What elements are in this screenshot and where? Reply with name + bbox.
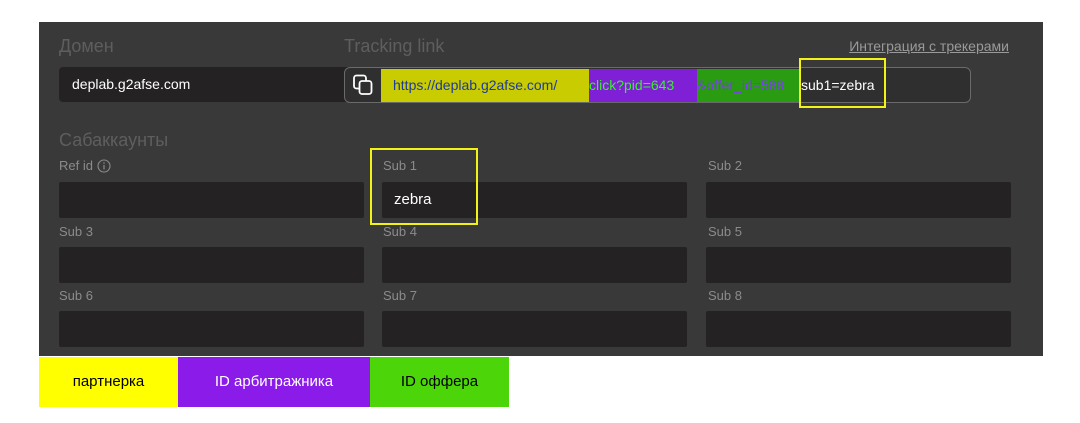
sub5-label: Sub 5 [708,224,742,239]
copy-icon[interactable] [351,73,375,97]
legend-partner: партнерка [39,357,178,407]
trackers-integration-link[interactable]: Интеграция с трекерами [849,38,1009,54]
subaccounts-title: Сабаккаунты [59,130,169,150]
domain-select[interactable]: deplab.g2afse.com [59,67,379,102]
sub7-label: Sub 7 [383,288,417,303]
sub4-label: Sub 4 [383,224,417,239]
ref-id-input[interactable] [59,182,364,218]
url-offer-part: &offer_id=588 [697,69,801,102]
sub1-input[interactable]: zebra [382,182,687,218]
sub6-input[interactable] [59,311,364,347]
tracking-link-url: https://deplab.g2afse.com/ click?pid=643… [381,69,875,102]
legend-arbitrageur: ID арбитражника [178,357,370,407]
sub6-label: Sub 6 [59,288,93,303]
url-partner-part: https://deplab.g2afse.com/ [381,69,589,102]
domain-select-value: deplab.g2afse.com [72,76,191,92]
tracking-link-field[interactable]: https://deplab.g2afse.com/ click?pid=643… [344,67,971,103]
sub3-input[interactable] [59,247,364,283]
info-icon[interactable] [97,158,111,173]
sub4-input[interactable] [382,247,687,283]
sub8-input[interactable] [706,311,1011,347]
tracking-link-label: Tracking link [344,36,445,56]
sub1-label: Sub 1 [383,158,417,173]
ref-id-label-text: Ref id [59,158,93,173]
integration-panel: Домен Tracking link Интеграция с трекера… [39,22,1043,356]
sub2-input[interactable] [706,182,1011,218]
sub5-input[interactable] [706,247,1011,283]
url-sub-part: sub1=zebra [801,77,875,93]
sub3-label: Sub 3 [59,224,93,239]
sub7-input[interactable] [382,311,687,347]
ref-id-label: Ref id [59,158,111,173]
sub2-label: Sub 2 [708,158,742,173]
sub8-label: Sub 8 [708,288,742,303]
url-arbitrageur-part: click?pid=643 [589,69,697,102]
legend-offer: ID оффера [370,357,509,407]
domain-label: Домен [59,36,114,56]
